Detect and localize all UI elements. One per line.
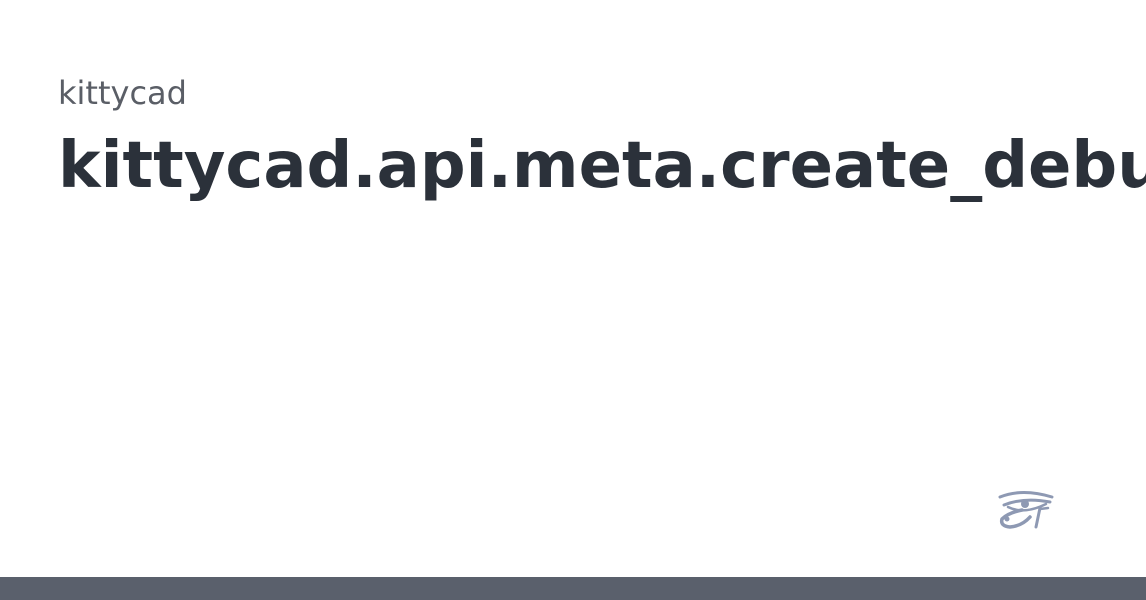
social-card: kittycad kittycad.api.meta.create_debug_… — [0, 0, 1146, 600]
bottom-bar — [0, 577, 1146, 600]
page-title: kittycad.api.meta.create_debug_uploads — [58, 129, 1146, 203]
eye-of-horus-icon — [998, 491, 1054, 529]
repo-name: kittycad — [58, 74, 187, 112]
